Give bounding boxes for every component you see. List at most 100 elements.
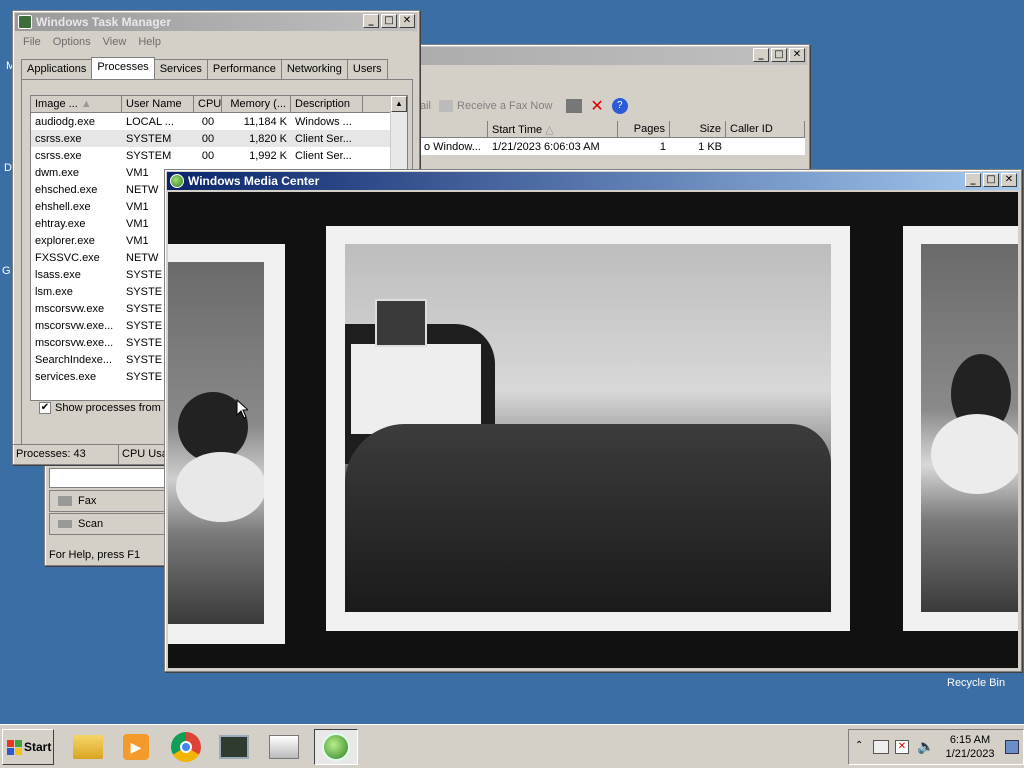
minimize-button[interactable]: _ bbox=[363, 14, 379, 28]
menu-bar: File Options View Help bbox=[17, 35, 167, 49]
explorer-taskbar-button[interactable] bbox=[66, 729, 110, 765]
column-header-size[interactable]: Size bbox=[670, 121, 726, 137]
column-header-caller-id[interactable]: Caller ID bbox=[726, 121, 805, 137]
menu-file[interactable]: File bbox=[17, 35, 47, 49]
nav-fax[interactable]: Fax bbox=[49, 490, 167, 512]
tab-applications[interactable]: Applications bbox=[21, 59, 93, 79]
column-header[interactable] bbox=[420, 121, 488, 137]
fax-cell: 1 bbox=[659, 140, 666, 153]
photo-frame-left[interactable] bbox=[168, 244, 285, 644]
table-cell: 11,184 K bbox=[243, 115, 287, 128]
receive-fax-button[interactable]: Receive a Fax Now bbox=[439, 100, 552, 112]
menu-view[interactable]: View bbox=[97, 35, 133, 49]
media-center-logo-icon bbox=[170, 174, 184, 188]
column-label: Start Time bbox=[492, 124, 543, 136]
table-cell: Client Ser... bbox=[295, 149, 352, 162]
desktop-icon-label[interactable]: G bbox=[2, 265, 11, 277]
show-all-processes[interactable]: ✔ Show processes from a bbox=[39, 402, 170, 414]
show-desktop-icon[interactable] bbox=[1005, 740, 1019, 754]
chrome-taskbar-button[interactable] bbox=[164, 729, 208, 765]
status-processes: Processes: 43 bbox=[13, 445, 119, 464]
table-cell: ehsched.exe bbox=[35, 183, 98, 196]
table-cell: Windows ... bbox=[295, 115, 352, 128]
start-button[interactable]: Start bbox=[2, 729, 54, 765]
tab-networking[interactable]: Networking bbox=[280, 59, 348, 79]
media-center-taskbar-button[interactable] bbox=[314, 729, 358, 765]
table-row[interactable]: csrss.exe SYSTEM 00 1,992 K Client Ser... bbox=[31, 147, 407, 164]
column-header-pages[interactable]: Pages bbox=[618, 121, 670, 137]
column-header-start-time[interactable]: Start Time △ bbox=[488, 121, 618, 137]
menu-options[interactable]: Options bbox=[47, 35, 97, 49]
fax-taskbar-button[interactable] bbox=[262, 729, 306, 765]
nav-label: Scan bbox=[78, 518, 104, 530]
table-cell: SYSTEM bbox=[126, 132, 172, 145]
print-icon[interactable] bbox=[566, 99, 583, 113]
close-button[interactable]: ✕ bbox=[789, 48, 805, 62]
table-cell: SYSTEM bbox=[126, 149, 172, 162]
sort-arrow-icon: △ bbox=[545, 124, 554, 136]
new-mail-button[interactable]: ail bbox=[420, 100, 431, 112]
show-hidden-icons-icon[interactable]: ⌃ bbox=[855, 740, 863, 751]
table-cell: ehshell.exe bbox=[35, 200, 91, 213]
nav-scan[interactable]: Scan bbox=[49, 513, 167, 535]
tab-users[interactable]: Users bbox=[346, 59, 388, 79]
sort-arrow-icon: ▲ bbox=[80, 98, 92, 110]
minimize-button[interactable]: _ bbox=[965, 173, 981, 187]
fax-list-row[interactable]: o Window... 1/21/2023 6:06:03 AM 1 1 KB bbox=[420, 138, 805, 155]
volume-icon[interactable]: 🔈 bbox=[917, 738, 934, 755]
minimize-button[interactable]: _ bbox=[753, 48, 769, 62]
windows-flag-icon bbox=[7, 739, 22, 755]
window-title: Windows Media Center bbox=[188, 174, 320, 188]
network-icon[interactable] bbox=[873, 740, 889, 754]
column-label: Image ... bbox=[35, 98, 78, 110]
photo-frame-center[interactable] bbox=[326, 226, 850, 631]
task-manager-taskbar-button[interactable] bbox=[212, 729, 256, 765]
column-header-description[interactable]: Description bbox=[291, 96, 363, 112]
recycle-bin-label[interactable]: Recycle Bin bbox=[947, 677, 1005, 689]
photo-frame-right[interactable] bbox=[903, 226, 1018, 631]
table-cell: mscorsvw.exe bbox=[35, 302, 105, 315]
table-cell: csrss.exe bbox=[35, 149, 82, 162]
close-button[interactable]: ✕ bbox=[1001, 173, 1017, 187]
maximize-button[interactable]: □ bbox=[381, 14, 397, 28]
column-header-memory[interactable]: Memory (... bbox=[222, 96, 291, 112]
tab-performance[interactable]: Performance bbox=[206, 59, 282, 79]
table-cell: 00 bbox=[201, 115, 215, 128]
table-cell: audiodg.exe bbox=[35, 115, 95, 128]
desktop-icon-label[interactable]: D bbox=[4, 162, 12, 174]
lighthouse-lantern bbox=[375, 299, 427, 347]
media-center-icon bbox=[322, 733, 350, 761]
tab-services[interactable]: Services bbox=[153, 59, 208, 79]
table-cell: 1,992 K bbox=[249, 149, 287, 162]
media-center-titlebar[interactable]: Windows Media Center _ □ ✕ bbox=[167, 172, 1019, 190]
receive-fax-label: Receive a Fax Now bbox=[457, 100, 553, 112]
delete-icon[interactable]: ✕ bbox=[590, 96, 603, 116]
folder-icon bbox=[73, 735, 103, 759]
column-header-user[interactable]: User Name bbox=[122, 96, 194, 112]
maximize-button[interactable]: □ bbox=[771, 48, 787, 62]
scan-icon bbox=[58, 520, 72, 528]
close-button[interactable]: ✕ bbox=[399, 14, 415, 28]
rocks-foreground bbox=[345, 424, 831, 612]
media-player-taskbar-button[interactable]: ▶ bbox=[114, 729, 158, 765]
table-row[interactable]: audiodg.exe LOCAL ... 00 11,184 K Windows ..… bbox=[31, 113, 407, 130]
maximize-button[interactable]: □ bbox=[983, 173, 999, 187]
help-icon[interactable]: ? bbox=[611, 98, 628, 114]
tab-processes[interactable]: Processes bbox=[91, 57, 155, 79]
fax-nav: Fax Scan bbox=[49, 490, 167, 536]
action-center-icon[interactable]: ✕ bbox=[895, 740, 909, 754]
column-header-cpu[interactable]: CPU bbox=[194, 96, 222, 112]
menu-help[interactable]: Help bbox=[132, 35, 167, 49]
show-all-checkbox[interactable]: ✔ bbox=[39, 402, 51, 414]
fax-cell: 1 KB bbox=[698, 140, 722, 153]
lighthouse-building bbox=[351, 344, 481, 434]
clock[interactable]: 6:15 AM 1/21/2023 bbox=[939, 733, 1001, 761]
table-cell: csrss.exe bbox=[35, 132, 82, 145]
media-center-slideshow[interactable] bbox=[168, 192, 1018, 668]
column-header-image[interactable]: Image ... ▲ bbox=[31, 96, 122, 112]
task-manager-titlebar[interactable]: Windows Task Manager _ □ ✕ bbox=[15, 13, 417, 31]
scroll-up-icon[interactable]: ▲ bbox=[391, 96, 407, 112]
table-cell: 00 bbox=[201, 132, 215, 145]
task-manager-icon bbox=[18, 15, 32, 29]
table-row[interactable]: csrss.exe SYSTEM 00 1,820 K Client Ser... bbox=[31, 130, 407, 147]
